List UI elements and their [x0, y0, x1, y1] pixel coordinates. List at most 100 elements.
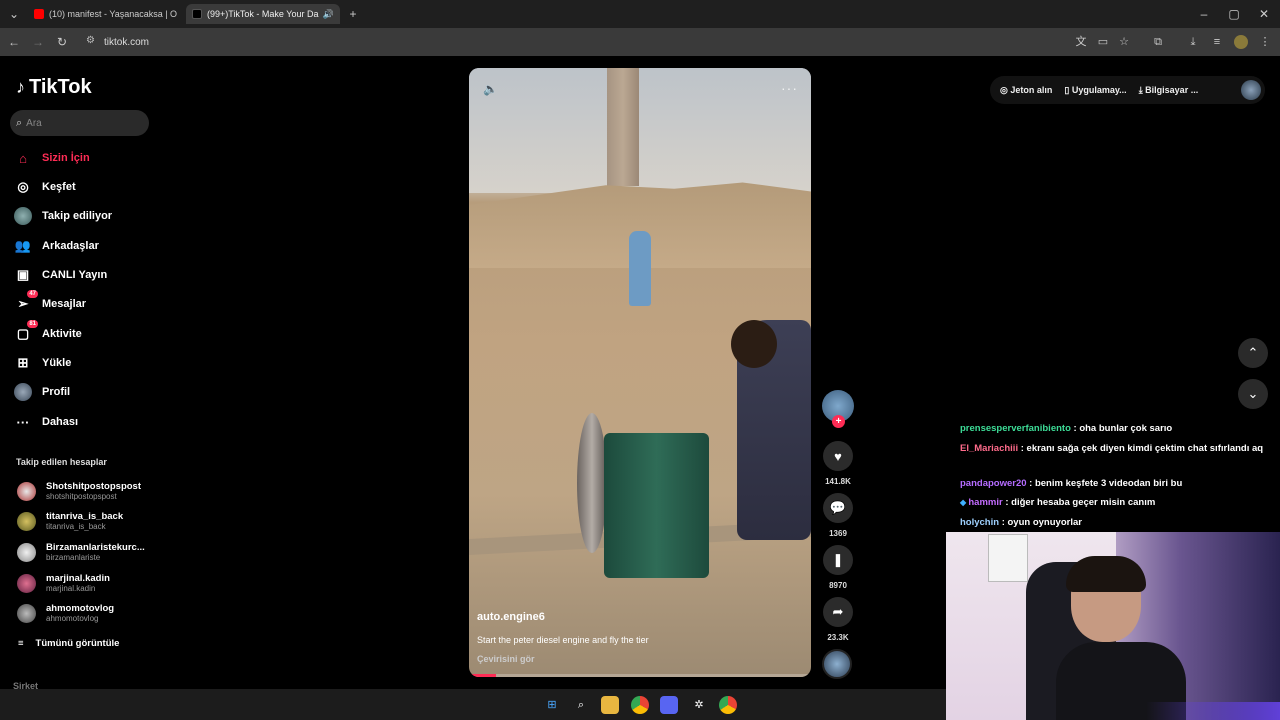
windows-start-icon[interactable]: ⊞	[543, 696, 561, 714]
reading-list-icon[interactable]: ≡	[1210, 35, 1224, 49]
close-tab-icon[interactable]: ✕	[334, 9, 341, 20]
sidebar-item-profile[interactable]: Profil	[14, 381, 70, 403]
music-disc-icon[interactable]	[822, 649, 852, 679]
previous-video-button[interactable]: ⌃	[1238, 338, 1268, 368]
new-tab-button[interactable]: +	[345, 6, 361, 22]
speaker-icon[interactable]: 🔊	[322, 9, 333, 20]
sidebar-item-friends[interactable]: 👥 Arkadaşlar	[14, 235, 99, 257]
tiktok-logo[interactable]: ♪ TikTok	[16, 76, 92, 99]
site-info-icon[interactable]: ⚙	[86, 35, 95, 46]
app-icon[interactable]: ✲	[690, 696, 708, 714]
sidebar-item-following[interactable]: Takip ediliyor	[14, 205, 112, 227]
activity-icon: ▢ 81	[16, 320, 38, 341]
browser-tab-youtube[interactable]: (10) manifest - Yaşanacaksa | O ✕	[28, 4, 180, 24]
account-handle: titanriva_is_back	[46, 522, 106, 531]
video-frame-chimney	[607, 68, 639, 186]
video-player[interactable]: 🔈 ··· auto.engine6 Start the peter diese…	[469, 68, 811, 677]
share-button[interactable]: ➦ 23.3K	[822, 597, 854, 642]
account-name: titanriva_is_back	[46, 511, 124, 522]
chat-message: El_Mariachiii : ekranı sağa çek diyen ki…	[960, 442, 1275, 455]
sidebar-item-messages[interactable]: ➢ 47 Mesajlar	[14, 290, 86, 315]
sidebar-item-for-you[interactable]: ⌂ Sizin İçin	[14, 147, 90, 169]
sidebar-item-activity[interactable]: ▢ 81 Aktivite	[14, 320, 82, 345]
chat-text: : diğer hesaba geçer misin canım	[1005, 497, 1156, 508]
download-icon[interactable]: ⤓	[1186, 35, 1200, 49]
browser-menu-icon[interactable]: ⋮	[1258, 35, 1272, 49]
see-all-link[interactable]: ≡ Tümünü görüntüle	[18, 638, 119, 649]
browser-tab-tiktok[interactable]: (99+)TikTok - Make Your Da 🔊 ✕	[186, 4, 340, 24]
followed-account[interactable]: ahmomotovlog ahmomotovlog	[17, 600, 114, 626]
get-coins-button[interactable]: ◎ Jeton alın	[1000, 85, 1052, 96]
tab-search-icon[interactable]: ⌄	[6, 6, 22, 22]
maximize-button[interactable]: ▢	[1226, 6, 1242, 22]
forward-button[interactable]: →	[30, 34, 46, 50]
video-frame-engine	[604, 433, 709, 578]
extensions-icon[interactable]: ⧉	[1151, 35, 1165, 49]
sidebar-item-explore[interactable]: ◎ Keşfet	[14, 176, 75, 198]
tab-title: (10) manifest - Yaşanacaksa | O	[49, 9, 178, 19]
chat-username: pandapower20	[960, 478, 1027, 489]
see-translation-link[interactable]: Çevirisini gör	[477, 654, 535, 664]
followed-account[interactable]: titanriva_is_back titanriva_is_back	[17, 508, 123, 534]
file-explorer-icon[interactable]	[601, 696, 619, 714]
search-input[interactable]: ⌕ Ara	[10, 110, 149, 136]
get-app-button[interactable]: ▯ Uygulamay...	[1064, 85, 1126, 96]
video-more-icon[interactable]: ···	[781, 80, 798, 96]
chat-username: hammir	[968, 497, 1003, 508]
close-tab-icon[interactable]: ✕	[177, 9, 180, 20]
minimize-button[interactable]: –	[1196, 6, 1212, 22]
follow-plus-icon[interactable]: +	[832, 415, 845, 428]
upload-icon: ⊞	[17, 355, 29, 370]
chat-text: : oyun oynuyorlar	[1001, 517, 1082, 528]
translate-icon[interactable]: 文	[1074, 35, 1088, 49]
user-avatar[interactable]	[1241, 80, 1261, 100]
search-icon[interactable]: ⌕	[572, 696, 590, 714]
tiktok-icon	[192, 9, 202, 19]
account-handle: shotshitpostopspost	[46, 492, 117, 501]
chrome-active-icon[interactable]	[719, 696, 737, 714]
profile-avatar-icon[interactable]	[1234, 35, 1248, 49]
sidebar-item-live[interactable]: ▣ CANLI Yayın	[14, 264, 107, 286]
video-progress-bar[interactable]	[469, 674, 811, 677]
back-button[interactable]: ←	[6, 34, 22, 50]
streamer-webcam	[946, 532, 1280, 720]
video-author[interactable]: auto.engine6	[477, 611, 545, 623]
desktop-app-label: Bilgisayar ...	[1145, 84, 1199, 95]
top-right-toolbar: ◎ Jeton alın ▯ Uygulamay... ⤓ Bilgisayar…	[990, 76, 1265, 104]
like-count: 141.8K	[825, 477, 851, 486]
search-placeholder: Ara	[26, 117, 42, 129]
phone-icon: ▯	[1064, 84, 1072, 95]
comment-button[interactable]: 💬 1369	[822, 493, 854, 538]
sidebar-item-label: Takip ediliyor	[42, 210, 113, 222]
url-field[interactable]: ⚙ tiktok.com	[82, 32, 1062, 52]
comment-icon: 💬	[823, 493, 853, 523]
volume-icon[interactable]: 🔈	[483, 82, 498, 96]
save-button[interactable]: ❚ 8970	[822, 545, 854, 590]
bookmark-star-icon[interactable]: ☆	[1117, 35, 1131, 49]
like-button[interactable]: ♥ 141.8K	[822, 441, 854, 486]
close-window-button[interactable]: ✕	[1256, 6, 1272, 22]
followed-account[interactable]: marjinal.kadin marjinal.kadin	[17, 570, 110, 596]
desktop-app-button[interactable]: ⤓ Bilgisayar ...	[1139, 85, 1199, 96]
followed-account[interactable]: Birzamanlaristekurc... birzamanlariste	[17, 539, 145, 565]
avatar	[17, 542, 36, 562]
webcam-poster	[988, 534, 1028, 582]
compass-icon: ◎	[17, 179, 29, 194]
reload-button[interactable]: ↻	[54, 34, 70, 50]
chat-text: : oha bunlar çok sarıo	[1073, 423, 1173, 434]
cast-icon[interactable]: ▭	[1096, 35, 1110, 49]
chat-message: pandapower20 : benim keşfete 3 videodan …	[960, 477, 1275, 490]
logo-text: TikTok	[29, 76, 92, 98]
webcam-led-light	[946, 702, 1280, 720]
get-app-label: Uygulamay...	[1071, 84, 1127, 95]
chrome-icon[interactable]	[631, 696, 649, 714]
account-name: ahmomotovlog	[46, 603, 115, 614]
sidebar-item-upload[interactable]: ⊞ Yükle	[14, 352, 72, 374]
discord-icon[interactable]	[660, 696, 678, 714]
next-video-button[interactable]: ⌄	[1238, 379, 1268, 409]
avatar	[17, 603, 36, 623]
messages-icon: ➢ 47	[17, 290, 38, 311]
share-count: 23.3K	[827, 633, 849, 642]
followed-account[interactable]: Shotshitpostopspost shotshitpostopspost	[17, 478, 141, 504]
sidebar-item-more[interactable]: ··· Dahası	[14, 411, 79, 433]
